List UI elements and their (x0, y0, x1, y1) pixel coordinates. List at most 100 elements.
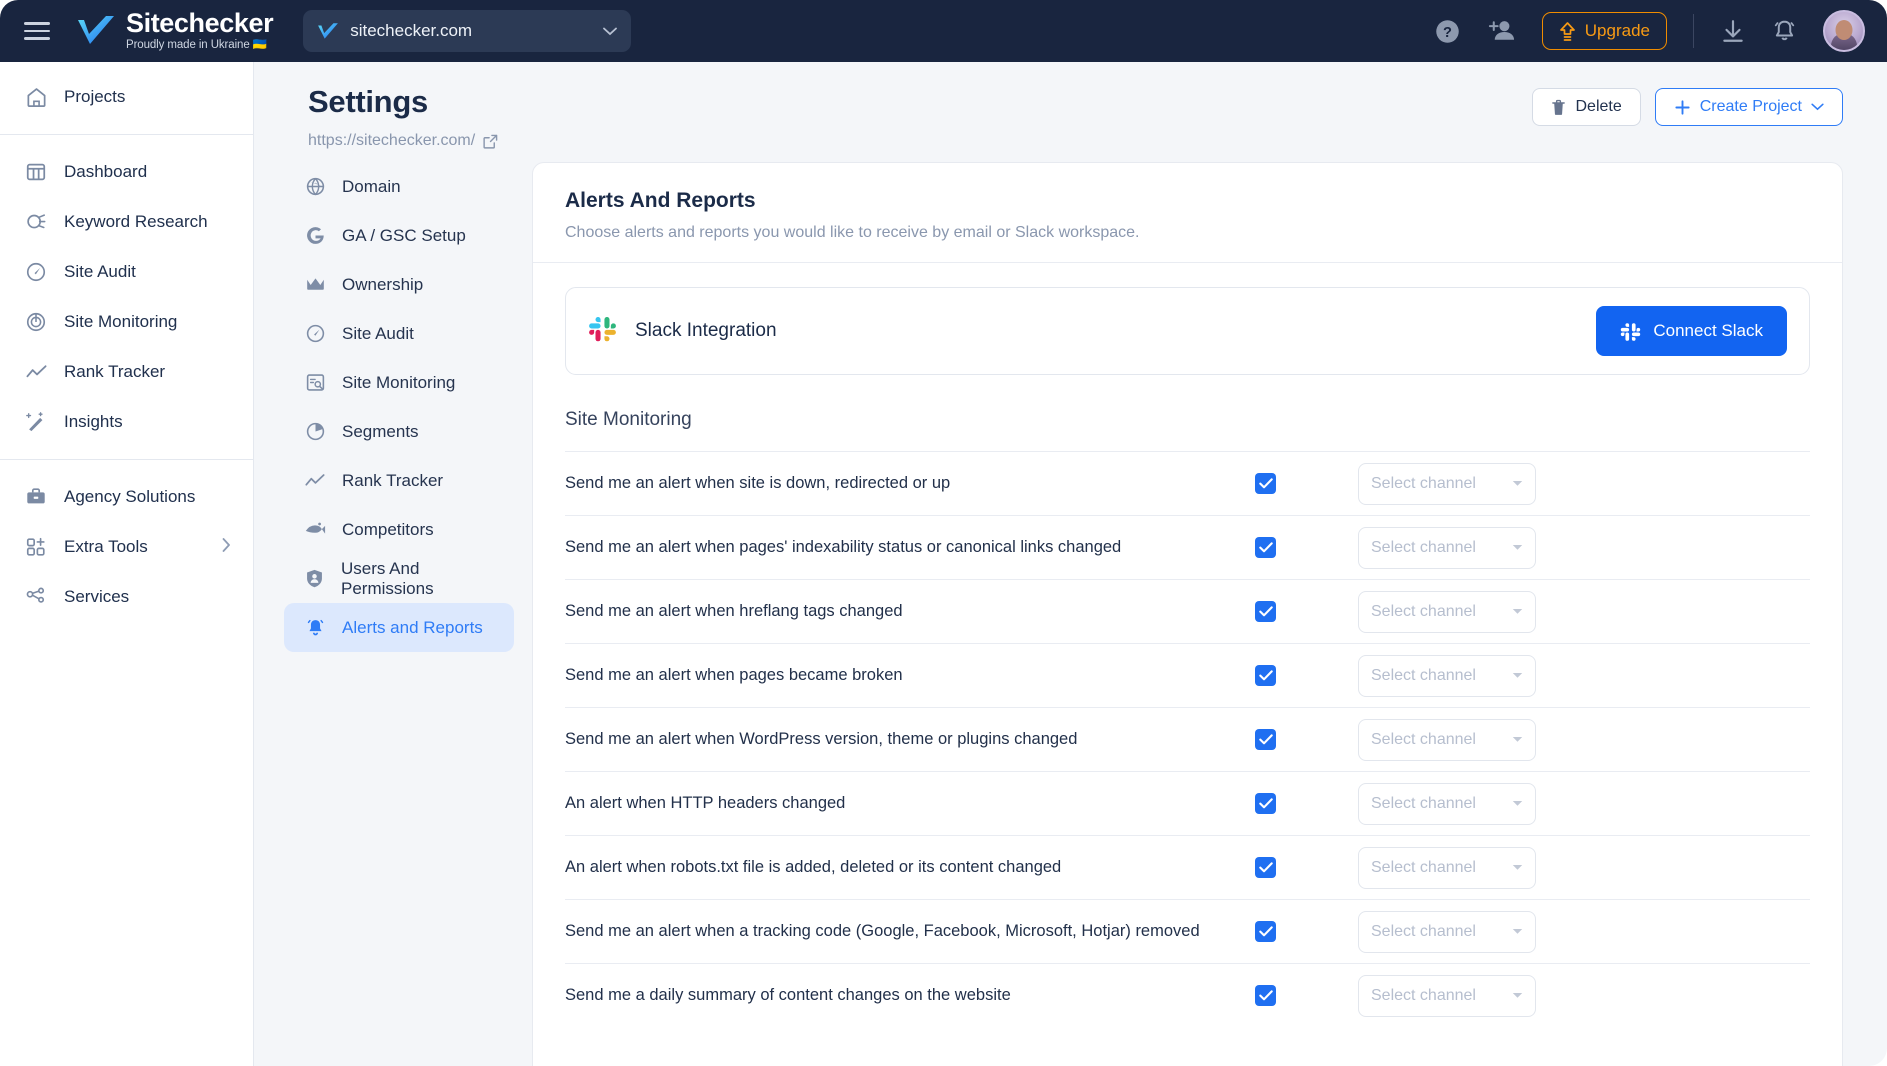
sidebar-item-services[interactable]: Services (0, 572, 253, 622)
settings-nav-rank-tracker[interactable]: Rank Tracker (284, 456, 514, 505)
add-user-icon[interactable] (1487, 18, 1516, 44)
alert-enabled-checkbox[interactable] (1255, 921, 1276, 942)
sidebar-item-site-monitoring[interactable]: Site Monitoring (0, 297, 253, 347)
sidebar-divider (0, 459, 253, 460)
chevron-down-icon (1512, 606, 1523, 618)
plus-icon (1675, 99, 1690, 115)
channel-select-dropdown[interactable]: Select channel (1358, 974, 1536, 1017)
alerts-and-reports-card: Alerts And Reports Choose alerts and rep… (532, 162, 1843, 1066)
sidebar-item-extra-tools[interactable]: Extra Tools (0, 522, 253, 572)
alert-enabled-checkbox[interactable] (1255, 537, 1276, 558)
site-checkmark-icon (318, 22, 339, 39)
share-nodes-icon (24, 585, 48, 609)
sidebar-item-rank-tracker[interactable]: Rank Tracker (0, 347, 253, 397)
settings-nav-label: Site Audit (342, 323, 414, 343)
settings-nav-ownership[interactable]: Ownership (284, 260, 514, 309)
slack-connect-icon (1621, 322, 1641, 341)
line-chart-icon (304, 470, 326, 492)
alert-enabled-checkbox[interactable] (1255, 857, 1276, 878)
upgrade-label: Upgrade (1584, 21, 1650, 40)
slack-integration-label: Slack Integration (635, 320, 777, 341)
settings-nav-ga-gsc-setup[interactable]: GA / GSC Setup (284, 211, 514, 260)
chevron-down-icon (1512, 798, 1523, 810)
home-icon (24, 85, 48, 109)
delete-button[interactable]: Delete (1532, 88, 1641, 126)
globe-icon (304, 176, 326, 198)
app-window: Sitechecker Proudly made in Ukraine 🇺🇦 s… (0, 0, 1887, 1066)
channel-select-dropdown[interactable]: Select channel (1358, 526, 1536, 569)
radar-icon (24, 310, 48, 334)
slack-logo-icon (588, 314, 617, 348)
sidebar-item-dashboard[interactable]: Dashboard (0, 147, 253, 197)
card-header: Alerts And Reports Choose alerts and rep… (533, 163, 1842, 263)
connect-slack-button[interactable]: Connect Slack (1596, 306, 1787, 356)
settings-nav-alerts-and-reports[interactable]: Alerts and Reports (284, 603, 514, 652)
card-subtitle: Choose alerts and reports you would like… (565, 224, 1140, 241)
settings-nav-users-and-permissions[interactable]: Users And Permissions (284, 554, 514, 603)
keyword-search-icon (24, 210, 48, 234)
download-icon[interactable] (1720, 18, 1746, 44)
bell-icon (304, 617, 326, 639)
alert-enabled-checkbox[interactable] (1255, 729, 1276, 750)
channel-select-dropdown[interactable]: Select channel (1358, 654, 1536, 697)
alert-row: Send me an alert when pages became broke… (565, 643, 1810, 707)
sidebar-item-label: Site Audit (64, 262, 136, 281)
chevron-down-icon (1811, 103, 1824, 111)
settings-nav-site-audit[interactable]: Site Audit (284, 309, 514, 358)
alert-row-label: Send me a daily summary of content chang… (565, 986, 1011, 1005)
channel-select-dropdown[interactable]: Select channel (1358, 718, 1536, 761)
topbar-divider (1693, 14, 1694, 48)
sidebar-item-agency-solutions[interactable]: Agency Solutions (0, 472, 253, 522)
help-circle-icon[interactable]: ? (1434, 18, 1461, 45)
channel-select-dropdown[interactable]: Select channel (1358, 910, 1536, 953)
alert-enabled-checkbox[interactable] (1255, 985, 1276, 1006)
channel-select-placeholder: Select channel (1371, 666, 1476, 684)
alert-enabled-checkbox[interactable] (1255, 473, 1276, 494)
channel-select-dropdown[interactable]: Select channel (1358, 846, 1536, 889)
bell-icon[interactable] (1772, 18, 1797, 44)
sidebar-item-insights[interactable]: Insights (0, 397, 253, 447)
settings-nav-domain[interactable]: Domain (284, 162, 514, 211)
settings-nav-site-monitoring[interactable]: Site Monitoring (284, 358, 514, 407)
sidebar-item-keyword-research[interactable]: Keyword Research (0, 197, 253, 247)
alert-row: Send me an alert when hreflang tags chan… (565, 579, 1810, 643)
briefcase-icon (24, 485, 48, 509)
settings-body: Domain GA / GSC Setup Ownership Site Aud… (254, 162, 1887, 1066)
site-selector-dropdown[interactable]: sitechecker.com (303, 10, 632, 52)
sidebar-item-label: Dashboard (64, 162, 148, 181)
sidebar-item-label: Services (64, 587, 130, 606)
sidebar-item-projects[interactable]: Projects (0, 72, 253, 122)
settings-sub-navigation: Domain GA / GSC Setup Ownership Site Aud… (254, 162, 532, 1066)
alert-enabled-checkbox[interactable] (1255, 793, 1276, 814)
create-project-button[interactable]: Create Project (1654, 88, 1843, 126)
chevron-down-icon (1512, 478, 1523, 490)
sidebar-item-label: Site Monitoring (64, 312, 178, 331)
user-avatar[interactable] (1823, 10, 1865, 52)
settings-nav-competitors[interactable]: Competitors (284, 505, 514, 554)
settings-nav-label: Users And Permissions (341, 558, 434, 598)
channel-select-dropdown[interactable]: Select channel (1358, 782, 1536, 825)
channel-select-placeholder: Select channel (1371, 986, 1476, 1004)
alert-enabled-checkbox[interactable] (1255, 665, 1276, 686)
channel-select-dropdown[interactable]: Select channel (1358, 462, 1536, 505)
settings-nav-label: Segments (342, 421, 419, 441)
channel-select-dropdown[interactable]: Select channel (1358, 590, 1536, 633)
project-url-link[interactable]: https://sitechecker.com/ (308, 132, 1887, 150)
alert-row: An alert when HTTP headers changed Select… (565, 771, 1810, 835)
alert-row-label: An alert when HTTP headers changed (565, 794, 846, 813)
sidebar-item-label: Agency Solutions (64, 487, 196, 506)
page-header-actions: Delete Create Project (1532, 88, 1843, 126)
brand-logo[interactable]: Sitechecker Proudly made in Ukraine 🇺🇦 (76, 8, 274, 52)
create-project-label: Create Project (1699, 98, 1802, 115)
settings-nav-segments[interactable]: Segments (284, 407, 514, 456)
sidebar-item-site-audit[interactable]: Site Audit (0, 247, 253, 297)
alert-row-label: Send me an alert when WordPress version,… (565, 730, 1078, 749)
card-body: Slack Integration Connect Slack Site Mon… (533, 263, 1842, 1027)
page-header: Settings https://sitechecker.com/ Delete (254, 62, 1887, 162)
alert-enabled-checkbox[interactable] (1255, 601, 1276, 622)
dashboard-columns-icon (24, 160, 48, 184)
chevron-down-icon (1512, 926, 1523, 938)
upgrade-button[interactable]: Upgrade (1541, 12, 1667, 50)
hamburger-menu-icon[interactable] (24, 18, 54, 44)
brand-name: Sitechecker (126, 8, 274, 39)
